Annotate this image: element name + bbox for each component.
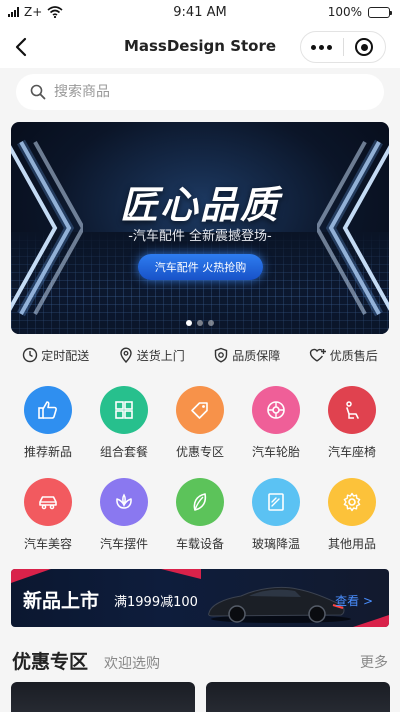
service-label: 品质保障	[232, 348, 281, 363]
category-label: 汽车轮胎	[251, 445, 300, 459]
tire-icon	[267, 401, 285, 419]
category-discount[interactable]: 优惠专区	[162, 386, 238, 460]
category-label: 推荐新品	[23, 445, 72, 459]
leaf-icon	[193, 493, 207, 511]
category-ornaments[interactable]: 汽车摆件	[86, 478, 162, 552]
category-seats[interactable]: 汽车座椅	[314, 386, 390, 460]
section-title: 优惠专区	[12, 651, 89, 673]
category-icon-circle	[176, 386, 224, 434]
category-recommended[interactable]: 推荐新品	[10, 386, 86, 460]
new-arrivals-banner[interactable]: 新品上市 满1999减100 查看 >	[11, 569, 389, 627]
hero-banner[interactable]: 匠心品质 -汽车配件 全新震撼登场- 汽车配件 火热抢购	[11, 122, 389, 334]
lotus-icon	[116, 493, 132, 509]
status-bar: Z+ 9:41 AM 100%	[0, 0, 400, 26]
banner-subline: -汽车配件 全新震撼登场-	[128, 229, 272, 244]
category-icon-circle	[100, 478, 148, 526]
promo-subtitle: 满1999减100	[114, 595, 198, 610]
heart-plus-icon	[309, 348, 326, 362]
banner-pager[interactable]	[11, 320, 389, 326]
pager-dot[interactable]	[186, 320, 192, 326]
category-icon-circle	[252, 386, 300, 434]
service-row: 定时配送 送货上门 品质保障 优质售后	[0, 344, 400, 366]
category-label: 汽车摆件	[99, 537, 148, 551]
category-label: 玻璃降温	[251, 537, 300, 551]
product-card[interactable]	[206, 682, 390, 712]
location-pin-icon	[120, 347, 132, 363]
banner-cta-button[interactable]: 汽车配件 火热抢购	[138, 254, 263, 280]
service-label: 送货上门	[136, 348, 185, 363]
category-glass-cooling[interactable]: 玻璃降温	[238, 478, 314, 552]
search-bar[interactable]	[16, 74, 384, 110]
service-item: 品质保障	[213, 344, 280, 366]
close-miniapp-button[interactable]	[344, 32, 386, 62]
battery-icon	[368, 6, 392, 18]
banner-headline: 匠心品质	[119, 183, 280, 227]
category-combo[interactable]: 组合套餐	[86, 386, 162, 460]
miniapp-capsule	[300, 31, 386, 63]
category-label: 车载设备	[175, 537, 224, 551]
view-link[interactable]: 查看 >	[335, 592, 373, 609]
tag-icon	[191, 402, 208, 419]
category-car-care[interactable]: 汽车美容	[10, 478, 86, 552]
shield-icon	[215, 347, 228, 363]
category-others[interactable]: 其他用品	[314, 478, 390, 552]
more-dots-icon	[311, 44, 333, 50]
grid-icon	[115, 401, 133, 419]
pager-dot[interactable]	[208, 320, 214, 326]
target-circle-icon	[355, 38, 374, 56]
thumbs-up-icon	[38, 401, 57, 419]
product-card[interactable]	[11, 682, 195, 712]
service-item: 定时配送	[22, 344, 89, 366]
car-icon	[39, 496, 57, 510]
battery-percent: 100%	[327, 5, 362, 19]
category-icon-circle	[328, 478, 376, 526]
service-label: 定时配送	[41, 348, 90, 363]
seat-icon	[346, 401, 359, 419]
category-label: 组合套餐	[99, 445, 148, 459]
pager-dot[interactable]	[197, 320, 203, 326]
search-icon	[30, 84, 46, 100]
category-icon-circle	[176, 478, 224, 526]
service-label: 优质售后	[329, 348, 378, 363]
category-label: 汽车座椅	[327, 445, 376, 459]
glass-icon	[268, 493, 284, 511]
category-icon-circle	[24, 386, 72, 434]
category-label: 其他用品	[327, 537, 376, 551]
section-subtitle: 欢迎选购	[104, 656, 160, 672]
category-tires[interactable]: 汽车轮胎	[238, 386, 314, 460]
gear-icon	[343, 492, 361, 512]
category-label: 汽车美容	[23, 537, 72, 551]
category-icon-circle	[100, 386, 148, 434]
clock-icon	[23, 347, 38, 363]
promo-title: 新品上市	[23, 590, 100, 612]
category-vehicle-equipment[interactable]: 车载设备	[162, 478, 238, 552]
service-item: 送货上门	[118, 344, 185, 366]
search-input[interactable]	[54, 84, 354, 100]
sports-car-image	[208, 586, 351, 623]
nav-bar: MassDesign Store	[0, 26, 400, 68]
category-label: 优惠专区	[175, 445, 224, 459]
more-button[interactable]	[301, 32, 343, 62]
more-link[interactable]: 更多	[360, 652, 388, 672]
category-icon-circle	[252, 478, 300, 526]
service-item: 优质售后	[309, 344, 378, 366]
category-icon-circle	[24, 478, 72, 526]
category-icon-circle	[328, 386, 376, 434]
